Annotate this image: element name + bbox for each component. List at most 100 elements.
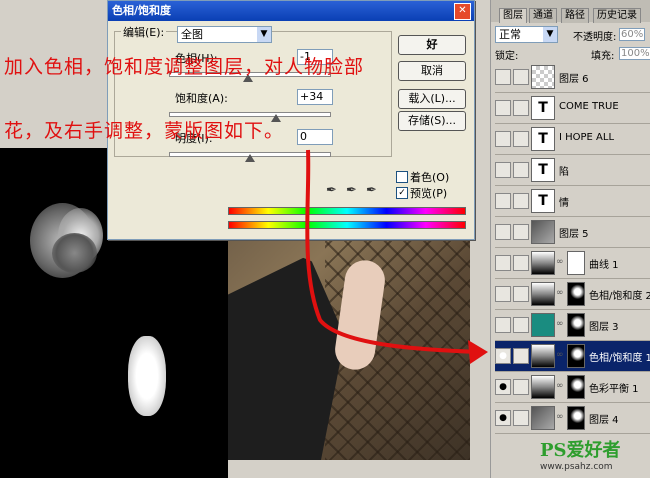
layer-name: 色彩平衡 1: [589, 384, 639, 395]
layer-row[interactable]: T陷: [495, 155, 650, 186]
layer-row[interactable]: T I HOPE ALL: [495, 124, 650, 155]
link-toggle[interactable]: [513, 224, 529, 240]
tab-history[interactable]: 历史记录: [593, 8, 641, 23]
panel-tabs: 图层 通道 路径 历史记录: [491, 0, 650, 23]
layer-name: 色相/饱和度 1: [589, 353, 650, 364]
overlay-text-line2: 花，及右手调整，蒙版图如下。: [4, 120, 285, 142]
layer-row[interactable]: ∞ 色相/饱和度 2: [495, 279, 650, 310]
ok-button[interactable]: 好: [398, 35, 466, 55]
layer-name: 图层 6: [559, 74, 589, 85]
layer-mask-thumbnail[interactable]: [567, 344, 585, 368]
link-toggle[interactable]: [513, 410, 529, 426]
layers-panel: 图层 通道 路径 历史记录 正常 ▼ 不透明度: 60% 锁定: 填充: 100…: [490, 0, 650, 478]
tab-layers[interactable]: 图层: [499, 8, 527, 23]
chain-link-icon[interactable]: ∞: [556, 288, 564, 298]
layer-name: 图层 5: [559, 229, 589, 240]
layer-thumbnail: [531, 313, 555, 337]
layer-row[interactable]: ● ∞ 色彩平衡 1: [495, 372, 650, 403]
layer-mask-thumbnail[interactable]: [567, 406, 585, 430]
watermark-logo: PS爱好者 www.psahz.com: [540, 436, 621, 472]
eye-icon[interactable]: [495, 224, 511, 240]
dialog-title: 色相/饱和度: [112, 4, 172, 17]
layer-name: I HOPE ALL: [559, 132, 615, 143]
edit-select[interactable]: 全图 ▼: [177, 26, 272, 43]
tab-paths[interactable]: 路径: [561, 8, 589, 23]
layer-row[interactable]: ● ∞ 色相/饱和度 1: [495, 341, 650, 372]
link-toggle[interactable]: [513, 162, 529, 178]
adjustment-layer-icon: [531, 375, 555, 399]
watermark-url: www.psahz.com: [540, 462, 613, 472]
link-toggle[interactable]: [513, 317, 529, 333]
eye-icon[interactable]: ●: [495, 410, 511, 426]
saturation-label: 饱和度(A):: [175, 92, 228, 105]
close-button[interactable]: ✕: [454, 3, 471, 20]
chevron-down-icon: ▼: [257, 27, 271, 42]
blend-mode-value: 正常: [499, 28, 521, 41]
layer-thumbnail: [531, 406, 555, 430]
layer-row[interactable]: ∞ 曲线 1: [495, 248, 650, 279]
tab-channels[interactable]: 通道: [529, 8, 557, 23]
layer-name: COME TRUE: [559, 101, 619, 112]
save-button[interactable]: 存储(S)...: [398, 111, 466, 131]
text-layer-icon: T: [531, 96, 555, 120]
link-toggle[interactable]: [513, 348, 529, 364]
saturation-input[interactable]: +34: [297, 89, 333, 105]
load-button[interactable]: 载入(L)...: [398, 89, 466, 109]
eye-icon[interactable]: [495, 100, 511, 116]
eye-icon[interactable]: ●: [495, 348, 511, 364]
eye-icon[interactable]: [495, 131, 511, 147]
opacity-label: 不透明度:: [573, 32, 617, 43]
opacity-input[interactable]: 60%: [619, 28, 646, 41]
chain-link-icon[interactable]: ∞: [556, 319, 564, 329]
layer-row[interactable]: 图层 6: [495, 62, 650, 93]
eye-icon[interactable]: [495, 162, 511, 178]
layer-thumbnail: [531, 220, 555, 244]
layer-name: 情: [559, 198, 569, 209]
link-toggle[interactable]: [513, 69, 529, 85]
chain-link-icon[interactable]: ∞: [556, 350, 564, 360]
chain-link-icon[interactable]: ∞: [556, 257, 564, 267]
edit-select-value: 全图: [181, 28, 203, 41]
text-layer-icon: T: [531, 189, 555, 213]
link-toggle[interactable]: [513, 100, 529, 116]
dialog-titlebar[interactable]: 色相/饱和度 ✕: [108, 1, 474, 21]
layer-row[interactable]: T情: [495, 186, 650, 217]
layer-row[interactable]: 图层 5: [495, 217, 650, 248]
eye-icon[interactable]: [495, 317, 511, 333]
layer-mask-thumbnail[interactable]: [567, 282, 585, 306]
layer-name: 图层 4: [589, 415, 619, 426]
chevron-down-icon: ▼: [543, 27, 557, 42]
layer-name: 陷: [559, 167, 569, 178]
link-toggle[interactable]: [513, 131, 529, 147]
eye-icon[interactable]: ●: [495, 379, 511, 395]
red-arrow: [305, 149, 488, 364]
chain-link-icon[interactable]: ∞: [556, 381, 564, 391]
fill-label: 填充:: [591, 51, 615, 62]
fill-input[interactable]: 100%: [619, 47, 650, 60]
link-toggle[interactable]: [513, 255, 529, 271]
link-toggle[interactable]: [513, 286, 529, 302]
eye-icon[interactable]: [495, 193, 511, 209]
mask-blob-hand: [128, 336, 166, 416]
chain-link-icon[interactable]: ∞: [556, 412, 564, 422]
layer-mask-thumbnail[interactable]: [567, 313, 585, 337]
adjustment-layer-icon: [531, 344, 555, 368]
eye-icon[interactable]: [495, 69, 511, 85]
layer-row[interactable]: T COME TRUE: [495, 93, 650, 124]
lightness-slider-thumb[interactable]: [245, 154, 255, 162]
layer-name: 色相/饱和度 2: [589, 291, 650, 302]
blend-mode-select[interactable]: 正常 ▼: [495, 26, 558, 43]
layer-mask-thumbnail[interactable]: [567, 375, 585, 399]
link-toggle[interactable]: [513, 379, 529, 395]
mask-blob-shadow: [52, 233, 97, 273]
overlay-text-line1: 加入色相，饱和度调整图层，对人物脸部: [4, 56, 365, 78]
eye-icon[interactable]: [495, 255, 511, 271]
eye-icon[interactable]: [495, 286, 511, 302]
cancel-button[interactable]: 取消: [398, 61, 466, 81]
layer-row[interactable]: ∞ 图层 3: [495, 310, 650, 341]
link-toggle[interactable]: [513, 193, 529, 209]
lock-label: 锁定:: [495, 51, 519, 62]
watermark-logo-text: PS爱好者: [540, 440, 621, 461]
layer-mask-thumbnail[interactable]: [567, 251, 585, 275]
layer-row[interactable]: ● ∞ 图层 4: [495, 403, 650, 434]
